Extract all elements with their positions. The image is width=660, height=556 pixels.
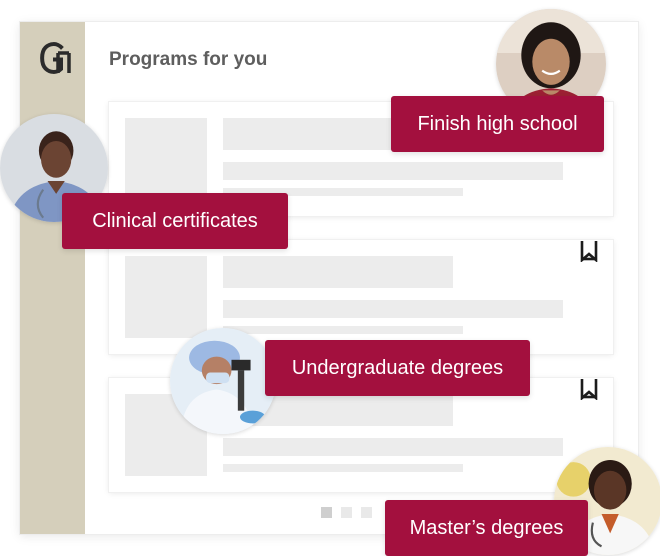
- pagination-dot[interactable]: [341, 507, 352, 518]
- tag-finish-high-school[interactable]: Finish high school: [391, 96, 604, 152]
- text-placeholder: [223, 326, 463, 334]
- tag-clinical-certificates[interactable]: Clinical certificates: [62, 193, 288, 249]
- text-placeholder: [223, 162, 563, 180]
- program-card[interactable]: [109, 240, 613, 354]
- text-placeholder: [223, 438, 563, 456]
- pagination-dot[interactable]: [361, 507, 372, 518]
- text-placeholder: [223, 464, 463, 472]
- bookmark-icon[interactable]: [580, 378, 598, 401]
- college-logo[interactable]: [36, 40, 74, 76]
- student-photo-avatar: [170, 328, 276, 434]
- page-title: Programs for you: [109, 49, 268, 70]
- bookmark-icon[interactable]: [580, 240, 598, 263]
- pagination-dot[interactable]: [321, 507, 332, 518]
- text-placeholder: [223, 300, 563, 318]
- tag-masters-degrees[interactable]: Master’s degrees: [385, 500, 588, 556]
- thumbnail-placeholder: [125, 256, 207, 338]
- sidebar: [20, 22, 85, 534]
- tag-undergraduate-degrees[interactable]: Undergraduate degrees: [265, 340, 530, 396]
- title-placeholder: [223, 256, 453, 288]
- thumbnail-placeholder: [125, 118, 207, 200]
